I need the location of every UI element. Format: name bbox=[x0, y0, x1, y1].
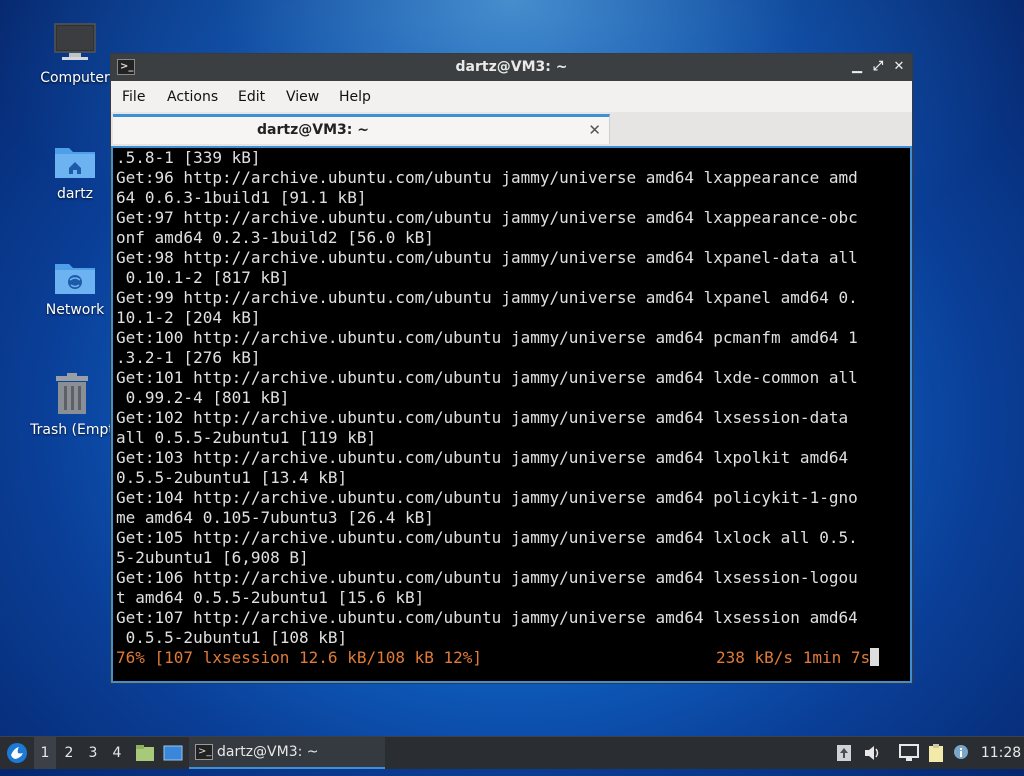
tray-volume[interactable] bbox=[861, 737, 883, 769]
desktop-icon bbox=[163, 745, 183, 761]
info-icon bbox=[954, 745, 968, 759]
network-monitor-icon bbox=[899, 744, 919, 761]
terminal-line: Get:97 http://archive.ubuntu.com/ubuntu … bbox=[116, 208, 858, 227]
terminal-line: Get:106 http://archive.ubuntu.com/ubuntu… bbox=[116, 568, 858, 587]
terminal-line: 0.5.5-2ubuntu1 [108 kB] bbox=[116, 628, 348, 647]
window-title: dartz@VM3: ~ bbox=[455, 59, 568, 75]
network-folder-icon bbox=[55, 264, 95, 294]
tab-close-icon[interactable]: ✕ bbox=[588, 121, 601, 139]
terminal-line: 64 0.6.3-1build1 [91.1 kB] bbox=[116, 188, 367, 207]
terminal-line: 5-2ubuntu1 [6,908 B] bbox=[116, 548, 309, 567]
clipboard-icon bbox=[929, 744, 943, 762]
terminal-line: Get:100 http://archive.ubuntu.com/ubuntu… bbox=[116, 328, 858, 347]
download-rate: 238 kB/s 1min 7s bbox=[716, 648, 880, 668]
workspace-3[interactable]: 3 bbox=[82, 737, 104, 769]
maximize-button[interactable]: ⤢ bbox=[868, 57, 888, 77]
desktop-icon-label: Computer bbox=[40, 70, 110, 86]
terminal-window: >_ dartz@VM3: ~ ▁ ⤢ ✕ File Actions Edit … bbox=[110, 53, 913, 684]
file-manager-launcher[interactable] bbox=[133, 737, 157, 769]
desktop-icon-trash[interactable]: Trash (Empt bbox=[22, 372, 122, 438]
terminal-line: Get:105 http://archive.ubuntu.com/ubuntu… bbox=[116, 528, 858, 547]
show-desktop-button[interactable] bbox=[161, 737, 185, 769]
desktop-icon-home-folder[interactable]: dartz bbox=[29, 142, 121, 202]
text-cursor bbox=[870, 648, 880, 666]
computer-icon bbox=[54, 23, 96, 60]
terminal-line: all 0.5.5-2ubuntu1 [119 kB] bbox=[116, 428, 377, 447]
workspace-2[interactable]: 2 bbox=[58, 737, 80, 769]
terminal-line: t amd64 0.5.5-2ubuntu1 [15.6 kB] bbox=[116, 588, 425, 607]
terminal-icon: >_ bbox=[195, 744, 213, 760]
terminal-line: Get:96 http://archive.ubuntu.com/ubuntu … bbox=[116, 168, 858, 187]
taskbar: 1 2 3 4 >_ dartz@VM3: ~ 11:28 bbox=[0, 736, 1024, 769]
file-manager-icon bbox=[136, 745, 154, 761]
tab-terminal[interactable]: dartz@VM3: ~ ✕ bbox=[113, 114, 610, 144]
home-folder-icon bbox=[55, 148, 95, 178]
menu-help[interactable]: Help bbox=[339, 89, 371, 105]
clock[interactable]: 11:28 bbox=[979, 737, 1023, 769]
terminal-line: .5.8-1 [339 kB] bbox=[116, 148, 261, 167]
task-label: dartz@VM3: ~ bbox=[217, 744, 319, 760]
menu-view[interactable]: View bbox=[286, 89, 319, 105]
menu-file[interactable]: File bbox=[122, 89, 145, 105]
terminal-output[interactable]: .5.8-1 [339 kB] Get:96 http://archive.ubu… bbox=[111, 146, 912, 683]
terminal-line: 0.10.1-2 [817 kB] bbox=[116, 268, 290, 287]
download-rate-text: 238 kB/s 1min 7s bbox=[716, 648, 871, 667]
menu-edit[interactable]: Edit bbox=[238, 89, 265, 105]
terminal-lines: .5.8-1 [339 kB] Get:96 http://archive.ubu… bbox=[116, 148, 858, 648]
start-menu-button[interactable] bbox=[2, 737, 32, 769]
terminal-line: 0.99.2-4 [801 kB] bbox=[116, 388, 290, 407]
menu-actions[interactable]: Actions bbox=[167, 89, 218, 105]
terminal-line: Get:99 http://archive.ubuntu.com/ubuntu … bbox=[116, 288, 858, 307]
menubar: File Actions Edit View Help bbox=[111, 81, 912, 112]
workspace-4[interactable]: 4 bbox=[106, 737, 128, 769]
desktop-icon-network[interactable]: Network bbox=[29, 258, 121, 318]
desktop-icon-computer[interactable]: Computer bbox=[29, 22, 121, 86]
workspace-1[interactable]: 1 bbox=[34, 737, 56, 769]
window-titlebar[interactable]: >_ dartz@VM3: ~ ▁ ⤢ ✕ bbox=[111, 54, 912, 81]
tray-network[interactable] bbox=[898, 737, 920, 769]
terminal-line: .3.2-1 [276 kB] bbox=[116, 348, 261, 367]
taskbar-task-terminal[interactable]: >_ dartz@VM3: ~ bbox=[189, 737, 385, 769]
terminal-line: 0.5.5-2ubuntu1 [13.4 kB] bbox=[116, 468, 348, 487]
lubuntu-logo-icon bbox=[7, 743, 27, 763]
terminal-line: 10.1-2 [204 kB] bbox=[116, 308, 261, 327]
desktop-icon-label: Trash (Empt bbox=[30, 422, 114, 438]
tray-clipboard[interactable] bbox=[925, 737, 947, 769]
terminal-line: Get:103 http://archive.ubuntu.com/ubuntu… bbox=[116, 448, 849, 467]
terminal-line: Get:102 http://archive.ubuntu.com/ubuntu… bbox=[116, 408, 849, 427]
close-button[interactable]: ✕ bbox=[889, 57, 909, 77]
tray-notification[interactable] bbox=[951, 737, 973, 769]
volume-icon bbox=[865, 746, 879, 760]
update-notifier-icon bbox=[837, 745, 851, 761]
desktop-icon-label: Network bbox=[45, 302, 105, 318]
progress-status: 76% [107 lxsession 12.6 kB/108 kB 12%] bbox=[116, 648, 483, 667]
terminal-line: me amd64 0.105-7ubuntu3 [26.4 kB] bbox=[116, 508, 434, 527]
tab-bar: dartz@VM3: ~ ✕ bbox=[111, 112, 912, 147]
minimize-button[interactable]: ▁ bbox=[847, 57, 867, 77]
tray-updates[interactable] bbox=[833, 737, 855, 769]
terminal-line: Get:101 http://archive.ubuntu.com/ubuntu… bbox=[116, 368, 858, 387]
tab-label: dartz@VM3: ~ bbox=[257, 122, 369, 138]
terminal-line: Get:98 http://archive.ubuntu.com/ubuntu … bbox=[116, 248, 858, 267]
terminal-line: Get:104 http://archive.ubuntu.com/ubuntu… bbox=[116, 488, 858, 507]
terminal-line: Get:107 http://archive.ubuntu.com/ubuntu… bbox=[116, 608, 858, 627]
desktop-icon-label: dartz bbox=[56, 186, 94, 202]
terminal-line: onf amd64 0.2.3-1build2 [56.0 kB] bbox=[116, 228, 434, 247]
trash-icon bbox=[56, 373, 88, 414]
